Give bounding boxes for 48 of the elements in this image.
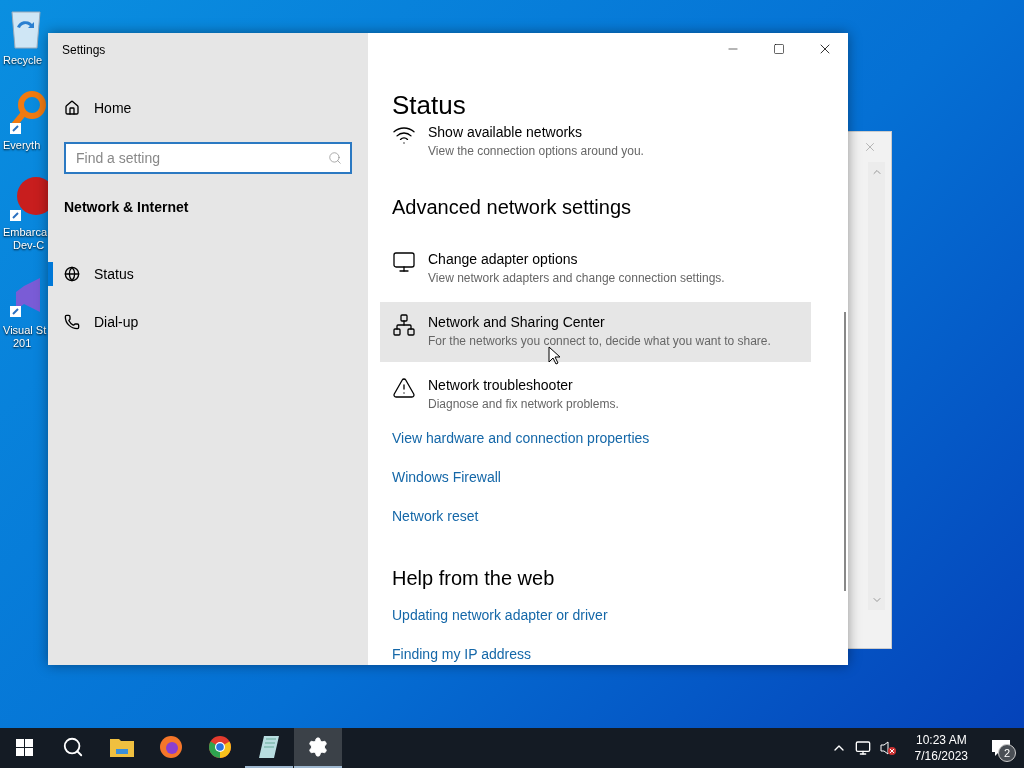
chrome-icon [208, 735, 232, 759]
desktop-icon-label[interactable]: 201 [3, 337, 47, 350]
section-heading: Network & Internet [64, 198, 190, 216]
sidebar-item[interactable]: Status [48, 254, 368, 294]
link[interactable]: Network reset [392, 506, 479, 526]
search-icon [62, 736, 84, 758]
settings-entry[interactable]: Network troubleshooter Diagnose and fix network problems. [380, 365, 811, 425]
notification-count: 2 [998, 744, 1016, 762]
fox-browser-icon [159, 735, 183, 759]
muted-speaker-icon[interactable] [878, 740, 897, 756]
clock-date[interactable]: 7/16/2023 [914, 748, 968, 764]
link[interactable]: View hardware and connection properties [392, 428, 650, 448]
desktop-icon-label[interactable]: Recycle [3, 54, 43, 67]
mouse-cursor-icon [548, 346, 560, 365]
desktop-icon-label[interactable]: Everyth [3, 139, 41, 152]
monitor-icon [392, 250, 416, 274]
settings-entry[interactable]: Network and Sharing Center For the networks you connect to, decide what you want to share. [380, 302, 811, 362]
phone-icon [64, 314, 80, 330]
window-title: Settings [62, 43, 107, 57]
home-icon [64, 100, 80, 116]
windows-logo-icon [15, 738, 33, 756]
desktop-icon-label[interactable]: Embarca [3, 226, 48, 239]
desktop-icon-label[interactable]: Visual St [3, 324, 47, 337]
settings-entry[interactable]: Show available networks View the connection options around you. [380, 123, 811, 161]
section-heading: Advanced network settings [392, 195, 632, 220]
desktop-icon-label[interactable]: Dev-C [3, 239, 48, 252]
settings-entry[interactable]: Change adapter options View network adapters and change connection settings. [380, 239, 811, 299]
link[interactable]: Windows Firewall [392, 467, 501, 487]
clock-time[interactable]: 10:23 AM [915, 732, 967, 748]
maximize-icon [773, 43, 785, 55]
notifications-button[interactable]: 2 [986, 733, 1016, 763]
warning-icon [392, 376, 416, 400]
notepad-icon [258, 735, 280, 759]
search-icon [328, 151, 342, 165]
link[interactable]: Updating network adapter or driver [392, 605, 608, 625]
link[interactable]: Finding my IP address [392, 644, 532, 664]
scrollbar[interactable] [844, 312, 846, 591]
network-icon[interactable] [854, 740, 871, 756]
section-heading: Help from the web [392, 566, 555, 591]
folder-icon [110, 737, 134, 757]
taskbar-button[interactable] [294, 728, 342, 768]
sidebar-item[interactable]: Dial-up [48, 302, 368, 342]
search-field[interactable]: Find a setting [64, 142, 352, 174]
page-title: Status [392, 89, 466, 122]
network-icon [392, 313, 416, 337]
globe-icon [64, 266, 80, 282]
home-nav-item[interactable]: Home [48, 88, 368, 128]
gear-icon [307, 736, 329, 758]
